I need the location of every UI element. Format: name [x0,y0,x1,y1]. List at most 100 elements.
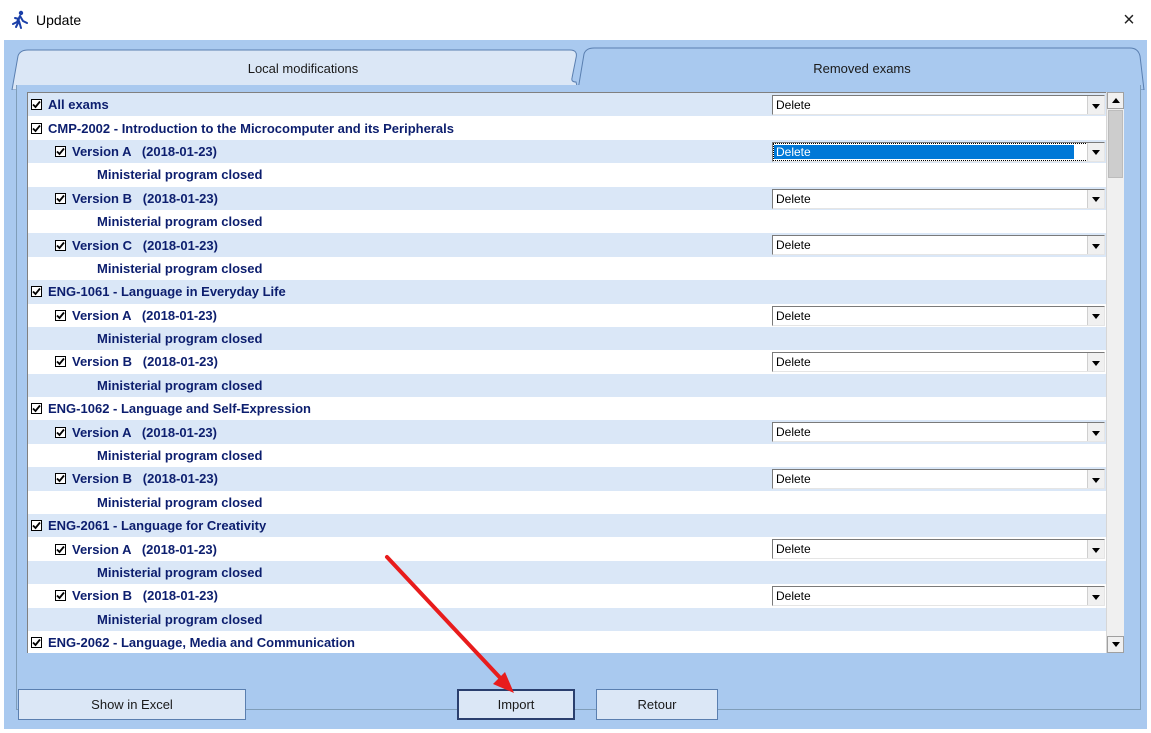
row-checkbox[interactable] [55,145,66,157]
title-bar: Update × [0,0,1151,40]
row-checkbox[interactable] [31,286,42,298]
action-dropdown-value: Delete [776,191,811,206]
version-row[interactable]: Version B (2018-01-23) Delete [28,186,1106,210]
exam-row[interactable]: ENG-2062 - Language, Media and Communica… [28,631,1106,653]
chevron-down-icon[interactable] [1087,423,1104,442]
row-checkbox[interactable] [55,426,66,438]
tab-removed-exams[interactable]: Removed exams [584,61,1140,76]
action-dropdown[interactable]: Delete [772,235,1105,256]
status-note-row[interactable]: Ministerial program closed [28,560,1106,585]
row-label: Version A (2018-01-23) [72,424,217,440]
tab-strip: Local modifications Removed exams [4,40,1147,90]
row-label: Version B (2018-01-23) [72,354,218,370]
close-icon: × [1123,8,1135,31]
action-dropdown-value: Delete [776,542,811,557]
exam-row[interactable]: ENG-2061 - Language for Creativity [28,514,1106,538]
exam-row[interactable]: CMP-2002 - Introduction to the Microcomp… [28,116,1106,139]
version-row[interactable]: Version A (2018-01-23) Delete [28,304,1106,327]
chevron-down-icon[interactable] [1087,306,1104,325]
action-dropdown[interactable]: Delete [772,95,1105,115]
scroll-up-button[interactable] [1107,92,1124,109]
row-label: All exams [48,97,109,113]
exam-row[interactable]: All exams Delete [28,93,1106,117]
exam-row[interactable]: ENG-1062 - Language and Self-Expression [28,397,1106,420]
chevron-down-icon[interactable] [1087,587,1104,606]
retour-button[interactable]: Retour [596,689,718,720]
row-checkbox[interactable] [55,590,66,602]
row-label: Ministerial program closed [97,167,263,183]
row-label: ENG-2062 - Language, Media and Communica… [48,635,355,651]
row-label: Version B (2018-01-23) [72,190,218,206]
chevron-down-icon[interactable] [1087,142,1104,161]
version-row[interactable]: Version B (2018-01-23) Delete [28,350,1106,373]
scroll-down-button[interactable] [1107,636,1124,653]
status-note-row[interactable]: Ministerial program closed [28,257,1106,280]
action-dropdown-value: Delete [776,355,811,370]
row-label: ENG-2061 - Language for Creativity [48,518,267,534]
status-note-row[interactable]: Ministerial program closed [28,373,1106,398]
status-note-row[interactable]: Ministerial program closed [28,326,1106,351]
row-label: Ministerial program closed [97,565,263,580]
row-label: Ministerial program closed [97,448,263,464]
action-dropdown[interactable]: Delete [772,188,1105,209]
row-checkbox[interactable] [31,99,42,111]
row-label: Version A (2018-01-23) [72,541,217,557]
version-row[interactable]: Version A (2018-01-23) Delete [28,139,1106,164]
action-dropdown[interactable]: Delete [772,352,1105,373]
row-checkbox[interactable] [55,543,66,555]
chevron-down-icon[interactable] [1087,470,1104,489]
chevron-down-icon[interactable] [1087,540,1104,559]
action-dropdown[interactable]: Delete [772,422,1105,443]
row-label: Ministerial program closed [97,611,263,627]
chevron-down-icon[interactable] [1087,189,1104,208]
row-checkbox[interactable] [55,239,66,251]
import-button[interactable]: Import [457,689,575,720]
row-label: Ministerial program closed [97,494,263,510]
show-in-excel-button[interactable]: Show in Excel [18,689,246,720]
dialog-client-area: Local modifications Removed exams All ex… [4,40,1147,729]
version-row[interactable]: Version B (2018-01-23) Delete [28,584,1106,607]
row-label: Version B (2018-01-23) [72,471,218,487]
status-note-row[interactable]: Ministerial program closed [28,210,1106,233]
row-checkbox[interactable] [55,356,66,368]
status-note-row[interactable]: Ministerial program closed [28,491,1106,514]
action-dropdown[interactable]: Delete [772,539,1105,560]
action-dropdown[interactable]: Delete [772,305,1105,326]
row-label: ENG-1061 - Language in Everyday Life [48,284,286,300]
row-checkbox[interactable] [55,309,66,321]
action-dropdown[interactable]: Delete [772,141,1105,162]
version-row[interactable]: Version B (2018-01-23) Delete [28,467,1106,491]
action-dropdown-value: Delete [776,98,811,112]
exam-row[interactable]: ENG-1061 - Language in Everyday Life [28,280,1106,304]
chevron-down-icon[interactable] [1087,236,1104,255]
version-row[interactable]: Version A (2018-01-23) Delete [28,420,1106,444]
chevron-down-icon[interactable] [1087,96,1104,114]
row-checkbox[interactable] [31,122,42,134]
window-title: Update [36,12,82,28]
status-note-row[interactable]: Ministerial program closed [28,444,1106,467]
row-label: Ministerial program closed [97,214,263,230]
action-dropdown-value: Delete [776,472,811,487]
chevron-down-icon[interactable] [1087,353,1104,372]
status-note-row[interactable]: Ministerial program closed [28,607,1106,631]
row-checkbox[interactable] [55,473,66,485]
status-note-row[interactable]: Ministerial program closed [28,163,1106,186]
tab-local-modifications[interactable]: Local modifications [18,61,588,76]
version-row[interactable]: Version A (2018-01-23) Delete [28,537,1106,560]
scroll-thumb[interactable] [1108,110,1123,178]
row-checkbox[interactable] [31,403,42,415]
row-checkbox[interactable] [31,637,42,649]
close-button[interactable]: × [1113,4,1145,36]
action-dropdown[interactable]: Delete [772,586,1105,607]
action-dropdown-value: Delete [774,144,1074,159]
action-dropdown[interactable]: Delete [772,469,1105,490]
row-label: CMP-2002 - Introduction to the Microcomp… [48,120,454,136]
row-checkbox[interactable] [55,192,66,204]
row-label: Ministerial program closed [97,377,263,393]
row-label: Ministerial program closed [97,260,263,276]
vertical-scrollbar[interactable] [1106,92,1124,653]
action-dropdown-value: Delete [776,308,811,323]
row-checkbox[interactable] [31,520,42,532]
version-row[interactable]: Version C (2018-01-23) Delete [28,233,1106,257]
action-dropdown-value: Delete [776,425,811,440]
